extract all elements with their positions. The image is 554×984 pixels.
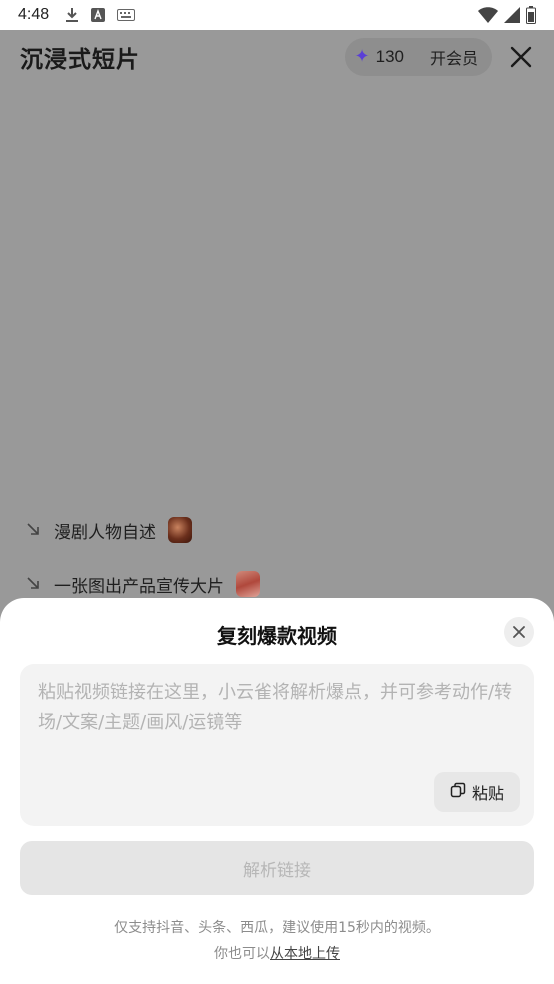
arrow-down-right-icon <box>26 575 42 594</box>
credits-pill[interactable]: ✦ 130 开会员 <box>344 38 492 76</box>
arrow-down-right-icon <box>26 521 42 540</box>
suggestion-item[interactable]: 漫剧人物自述 <box>26 517 192 543</box>
a-box-icon <box>91 8 106 22</box>
paste-label: 粘贴 <box>471 784 504 803</box>
close-icon[interactable] <box>504 617 534 647</box>
link-input-box: 粘贴 <box>20 664 534 826</box>
bottom-sheet: 复刻爆款视频 粘贴 解析链接 仅支持抖音、头条、西瓜，建议使用15秒内的视频。 … <box>0 598 554 984</box>
local-upload-link[interactable]: 从本地上传 <box>270 946 340 962</box>
page-title: 沉浸式短片 <box>20 47 140 73</box>
signal-icon <box>504 7 520 23</box>
status-time: 4:48 <box>18 6 50 23</box>
suggestion-thumbnail <box>236 571 260 597</box>
suggestion-item[interactable]: 一张图出产品宣传大片 <box>26 571 260 597</box>
support-hint: 仅支持抖音、头条、西瓜，建议使用15秒内的视频。 <box>114 920 440 936</box>
sparkle-star-icon: ✦ <box>354 46 370 67</box>
paste-icon <box>450 782 466 802</box>
sheet-title: 复刻爆款视频 <box>217 624 337 648</box>
battery-icon <box>526 6 536 24</box>
credits-count: 130 <box>375 47 404 66</box>
parse-link-button[interactable]: 解析链接 <box>20 841 534 895</box>
parse-label: 解析链接 <box>243 860 311 881</box>
keyboard-icon <box>117 9 136 21</box>
download-icon <box>65 7 79 23</box>
wifi-icon <box>478 7 498 23</box>
paste-button[interactable]: 粘贴 <box>434 772 520 812</box>
link-input[interactable] <box>20 664 534 774</box>
suggestion-label: 漫剧人物自述 <box>54 522 156 543</box>
vip-button[interactable]: 开会员 <box>430 45 478 69</box>
upload-hint-prefix: 你也可以 <box>214 946 270 962</box>
upload-hint: 你也可以从本地上传 <box>0 943 554 963</box>
close-icon[interactable] <box>508 44 534 70</box>
status-bar: 4:48 <box>0 0 554 30</box>
suggestion-label: 一张图出产品宣传大片 <box>54 576 224 597</box>
suggestion-thumbnail <box>168 517 192 543</box>
